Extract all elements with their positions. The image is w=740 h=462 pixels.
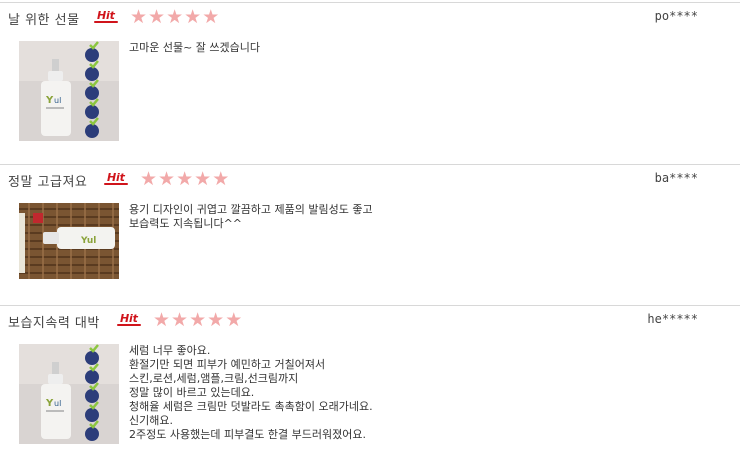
reviewer-id: po**** — [654, 9, 698, 23]
review-title[interactable]: 날 위한 선물 — [8, 9, 80, 28]
rating-stars: ★ ★ ★ ★ ★ — [140, 170, 229, 189]
review-photo[interactable]: Yul — [19, 203, 119, 279]
review-photo[interactable]: Y ul — [19, 41, 119, 141]
star-icon: ★ — [189, 309, 207, 331]
review-title[interactable]: 보습지속력 대박 — [8, 312, 100, 331]
star-icon: ★ — [148, 6, 166, 28]
hit-badge: Hit — [104, 171, 128, 185]
star-icon: ★ — [225, 309, 243, 331]
svg-text:Y: Y — [45, 95, 54, 106]
hit-badge: Hit — [117, 312, 141, 326]
star-icon: ★ — [153, 309, 171, 331]
review-item: 날 위한 선물 Hit ★ ★ ★ ★ ★ po**** Y ul 고마운 선물… — [0, 2, 740, 163]
reviewer-id: he***** — [647, 312, 698, 326]
review-photo[interactable]: Y ul — [19, 344, 119, 444]
star-icon: ★ — [158, 168, 176, 190]
rating-stars: ★ ★ ★ ★ ★ — [153, 311, 242, 330]
review-item: 보습지속력 대박 Hit ★ ★ ★ ★ ★ he***** Y ul 세럼 너… — [0, 305, 740, 462]
svg-text:ul: ul — [54, 399, 61, 408]
star-icon: ★ — [130, 6, 148, 28]
star-icon: ★ — [207, 309, 225, 331]
review-body: 고마운 선물~ 잘 쓰겠습니다 — [129, 41, 261, 54]
reviewer-id: ba**** — [654, 171, 698, 185]
star-icon: ★ — [176, 168, 194, 190]
star-icon: ★ — [194, 168, 212, 190]
rating-stars: ★ ★ ★ ★ ★ — [130, 8, 219, 27]
review-title[interactable]: 정말 고급져요 — [8, 171, 87, 190]
review-body: 용기 디자인이 귀엽고 깔끔하고 제품의 발림성도 좋고 보습력도 지속됩니다^… — [129, 203, 373, 230]
star-icon: ★ — [202, 6, 220, 28]
star-icon: ★ — [184, 6, 202, 28]
star-icon: ★ — [212, 168, 230, 190]
star-icon: ★ — [171, 309, 189, 331]
review-body: 세럼 너무 좋아요. 환절기만 되면 피부가 예민하고 거칠어져서 스킨,로션,… — [129, 344, 373, 441]
svg-text:Y: Y — [45, 398, 54, 409]
star-icon: ★ — [140, 168, 158, 190]
svg-text:Yul: Yul — [80, 236, 96, 246]
review-item: 정말 고급져요 Hit ★ ★ ★ ★ ★ ba**** Yul 용기 디자인이… — [0, 164, 740, 305]
hit-badge: Hit — [94, 9, 118, 23]
svg-text:ul: ul — [54, 96, 61, 105]
star-icon: ★ — [166, 6, 184, 28]
